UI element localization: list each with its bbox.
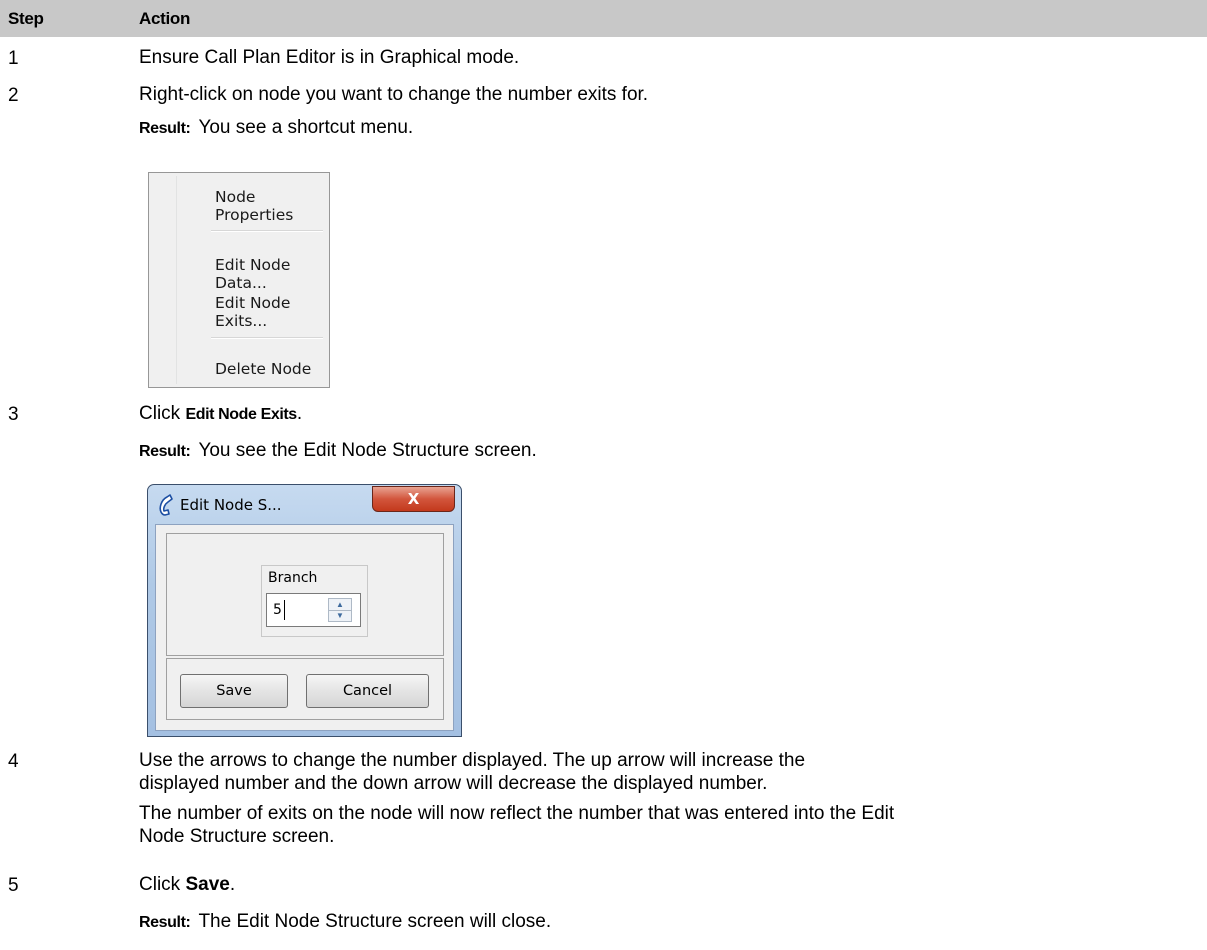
step-text-line: displayed number and the down arrow will…	[139, 773, 768, 794]
step-text: Click Edit Node Exits.	[139, 402, 302, 426]
branch-panel: Branch 5 ▲ ▼	[166, 533, 444, 656]
menu-item-node-properties[interactable]: Node Properties	[215, 188, 329, 224]
branch-group: Branch 5 ▲ ▼	[261, 565, 368, 637]
phone-handset-icon	[159, 494, 173, 516]
dialog-body: Branch 5 ▲ ▼ Save Cancel	[155, 524, 454, 731]
button-panel: Save Cancel	[166, 658, 444, 720]
header-action: Action	[139, 9, 191, 28]
result-label: Result:	[139, 443, 191, 460]
close-icon: X	[407, 490, 420, 508]
step-number: 1	[8, 48, 19, 69]
result-label: Result:	[139, 914, 191, 931]
step-text-bold: Edit Node Exits	[185, 406, 297, 423]
menu-gutter	[176, 176, 177, 384]
result-line: Result: The Edit Node Structure screen wi…	[139, 911, 551, 933]
step-number: 5	[8, 875, 19, 896]
menu-item-edit-node-exits[interactable]: Edit Node Exits...	[215, 294, 329, 330]
result-line: Result: You see the Edit Node Structure s…	[139, 440, 537, 462]
step-text: Ensure Call Plan Editor is in Graphical …	[139, 47, 520, 68]
menu-separator	[211, 230, 323, 232]
menu-item-delete-node[interactable]: Delete Node	[215, 360, 311, 378]
result-text: You see a shortcut menu.	[198, 117, 414, 138]
result-line: Result: You see a shortcut menu.	[139, 117, 413, 139]
menu-item-edit-node-data[interactable]: Edit Node Data...	[215, 256, 329, 292]
result-text: The Edit Node Structure screen will clos…	[198, 911, 552, 932]
step-number: 3	[8, 404, 19, 425]
menu-separator	[211, 337, 323, 339]
step-text-prefix: Click	[139, 403, 186, 424]
dialog-title: Edit Node S...	[180, 496, 282, 514]
step-number: 4	[8, 751, 19, 772]
step-text: Use the arrows to change the number disp…	[139, 749, 805, 795]
step-text: Right-click on node you want to change t…	[139, 84, 649, 105]
save-button[interactable]: Save	[180, 674, 288, 708]
result-text: You see the Edit Node Structure screen.	[198, 440, 537, 461]
result-label: Result:	[139, 120, 191, 137]
step-text-line: The number of exits on the node will now…	[139, 803, 895, 824]
text-caret	[284, 600, 285, 620]
branch-label: Branch	[268, 570, 318, 586]
step-number: 2	[8, 85, 19, 106]
context-menu: Node Properties Edit Node Data... Edit N…	[148, 172, 330, 388]
table-header: Step Action	[0, 0, 1207, 37]
branch-spinner[interactable]: 5 ▲ ▼	[266, 593, 361, 627]
step-text-prefix: Click	[139, 874, 186, 895]
spinner-down-arrow-icon[interactable]: ▼	[329, 610, 351, 621]
edit-node-structure-dialog: Edit Node S... X Branch 5 ▲ ▼ Save Cance…	[147, 484, 462, 737]
step-text-suffix: .	[229, 874, 236, 895]
cancel-button[interactable]: Cancel	[306, 674, 429, 708]
branch-value[interactable]: 5	[273, 602, 282, 618]
step-text: The number of exits on the node will now…	[139, 802, 894, 848]
close-button[interactable]: X	[372, 486, 455, 512]
step-text-line: Use the arrows to change the number disp…	[139, 750, 806, 771]
header-step: Step	[8, 9, 44, 28]
step-text: Click Save.	[139, 873, 235, 896]
spinner-buttons: ▲ ▼	[328, 598, 352, 622]
step-text-suffix: .	[296, 403, 303, 424]
step-text-line: Node Structure screen.	[139, 826, 335, 847]
step-text-bold: Save	[185, 874, 230, 895]
